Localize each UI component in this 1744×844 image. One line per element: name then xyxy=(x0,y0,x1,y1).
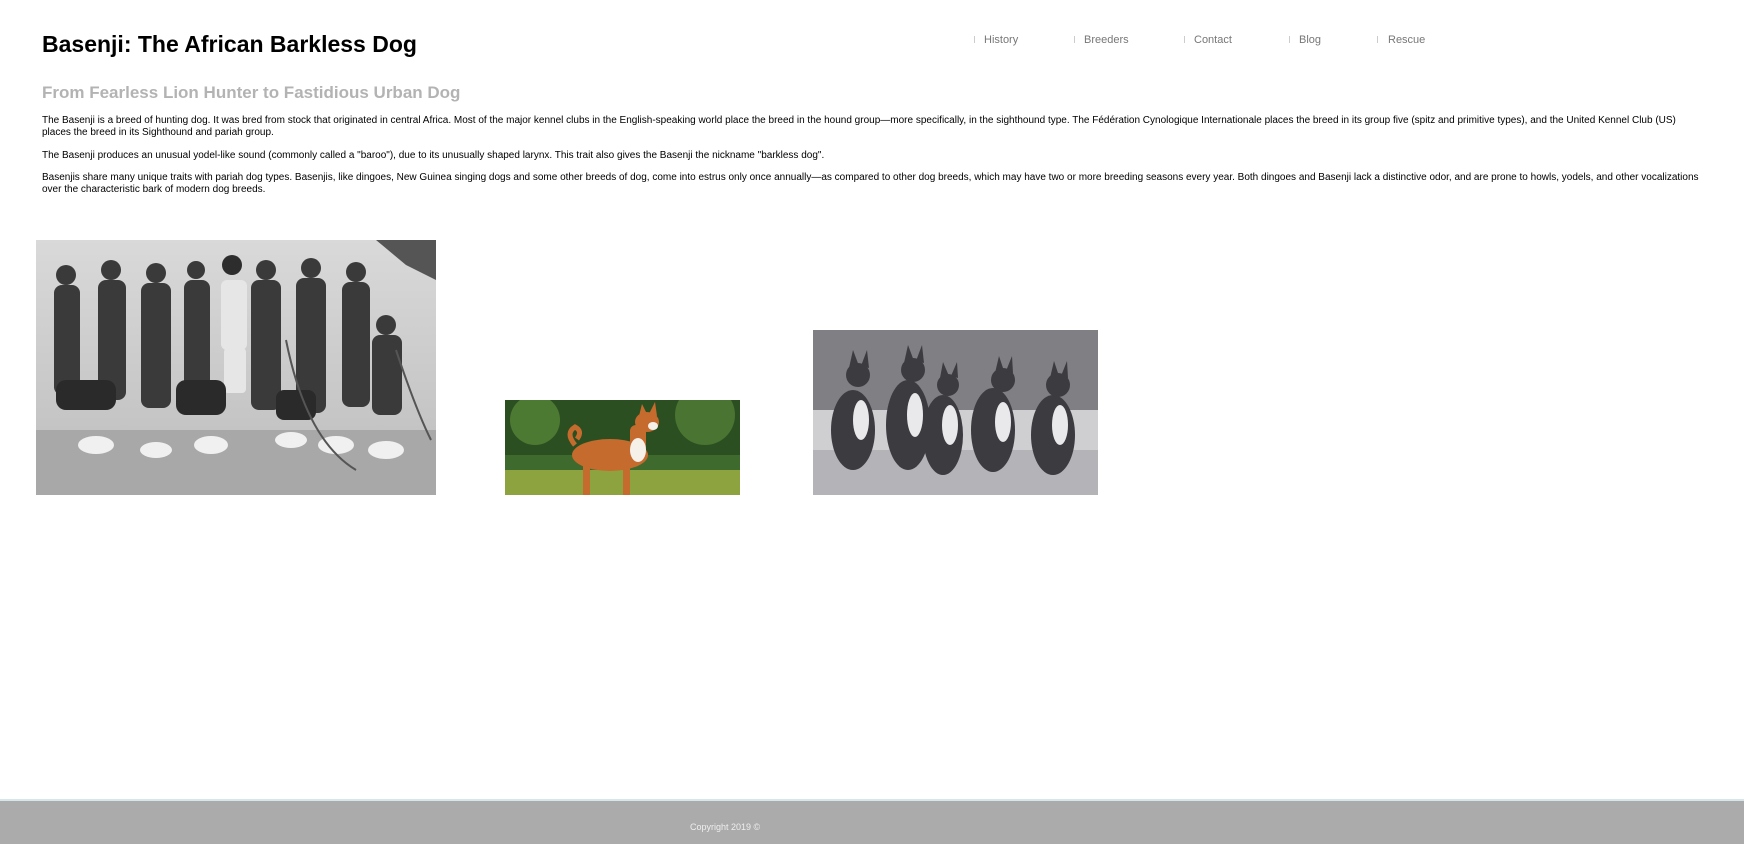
copyright-text: Copyright 2019 © xyxy=(690,822,761,832)
nav-item-history[interactable]: History xyxy=(984,33,1018,47)
nav-item-contact[interactable]: Contact xyxy=(1194,33,1232,47)
nav-item-blog[interactable]: Blog xyxy=(1299,33,1321,47)
historic-hunters-photo xyxy=(36,240,436,495)
footer: Copyright 2019 © xyxy=(0,799,1744,844)
site-title: Basenji: The African Barkless Dog xyxy=(42,31,417,57)
page-subtitle: From Fearless Lion Hunter to Fastidious … xyxy=(42,83,461,102)
red-basenji-photo xyxy=(505,400,740,495)
intro-paragraph: The Basenji is a breed of hunting dog. I… xyxy=(42,115,1676,138)
nav-separator xyxy=(1289,36,1290,43)
nav-item-rescue[interactable]: Rescue xyxy=(1388,33,1425,47)
nav-item-breeders[interactable]: Breeders xyxy=(1084,33,1129,47)
traits-paragraph: Basenjis share many unique traits with p… xyxy=(42,172,1699,195)
nav-separator xyxy=(1074,36,1075,43)
nav-separator xyxy=(974,36,975,43)
nav-separator xyxy=(1184,36,1185,43)
basenji-pack-photo xyxy=(813,330,1098,495)
nav-separator xyxy=(1377,36,1378,43)
sound-paragraph: The Basenji produces an unusual yodel-li… xyxy=(42,150,825,161)
page: Basenji: The African Barkless Dog Histor… xyxy=(0,0,1744,844)
